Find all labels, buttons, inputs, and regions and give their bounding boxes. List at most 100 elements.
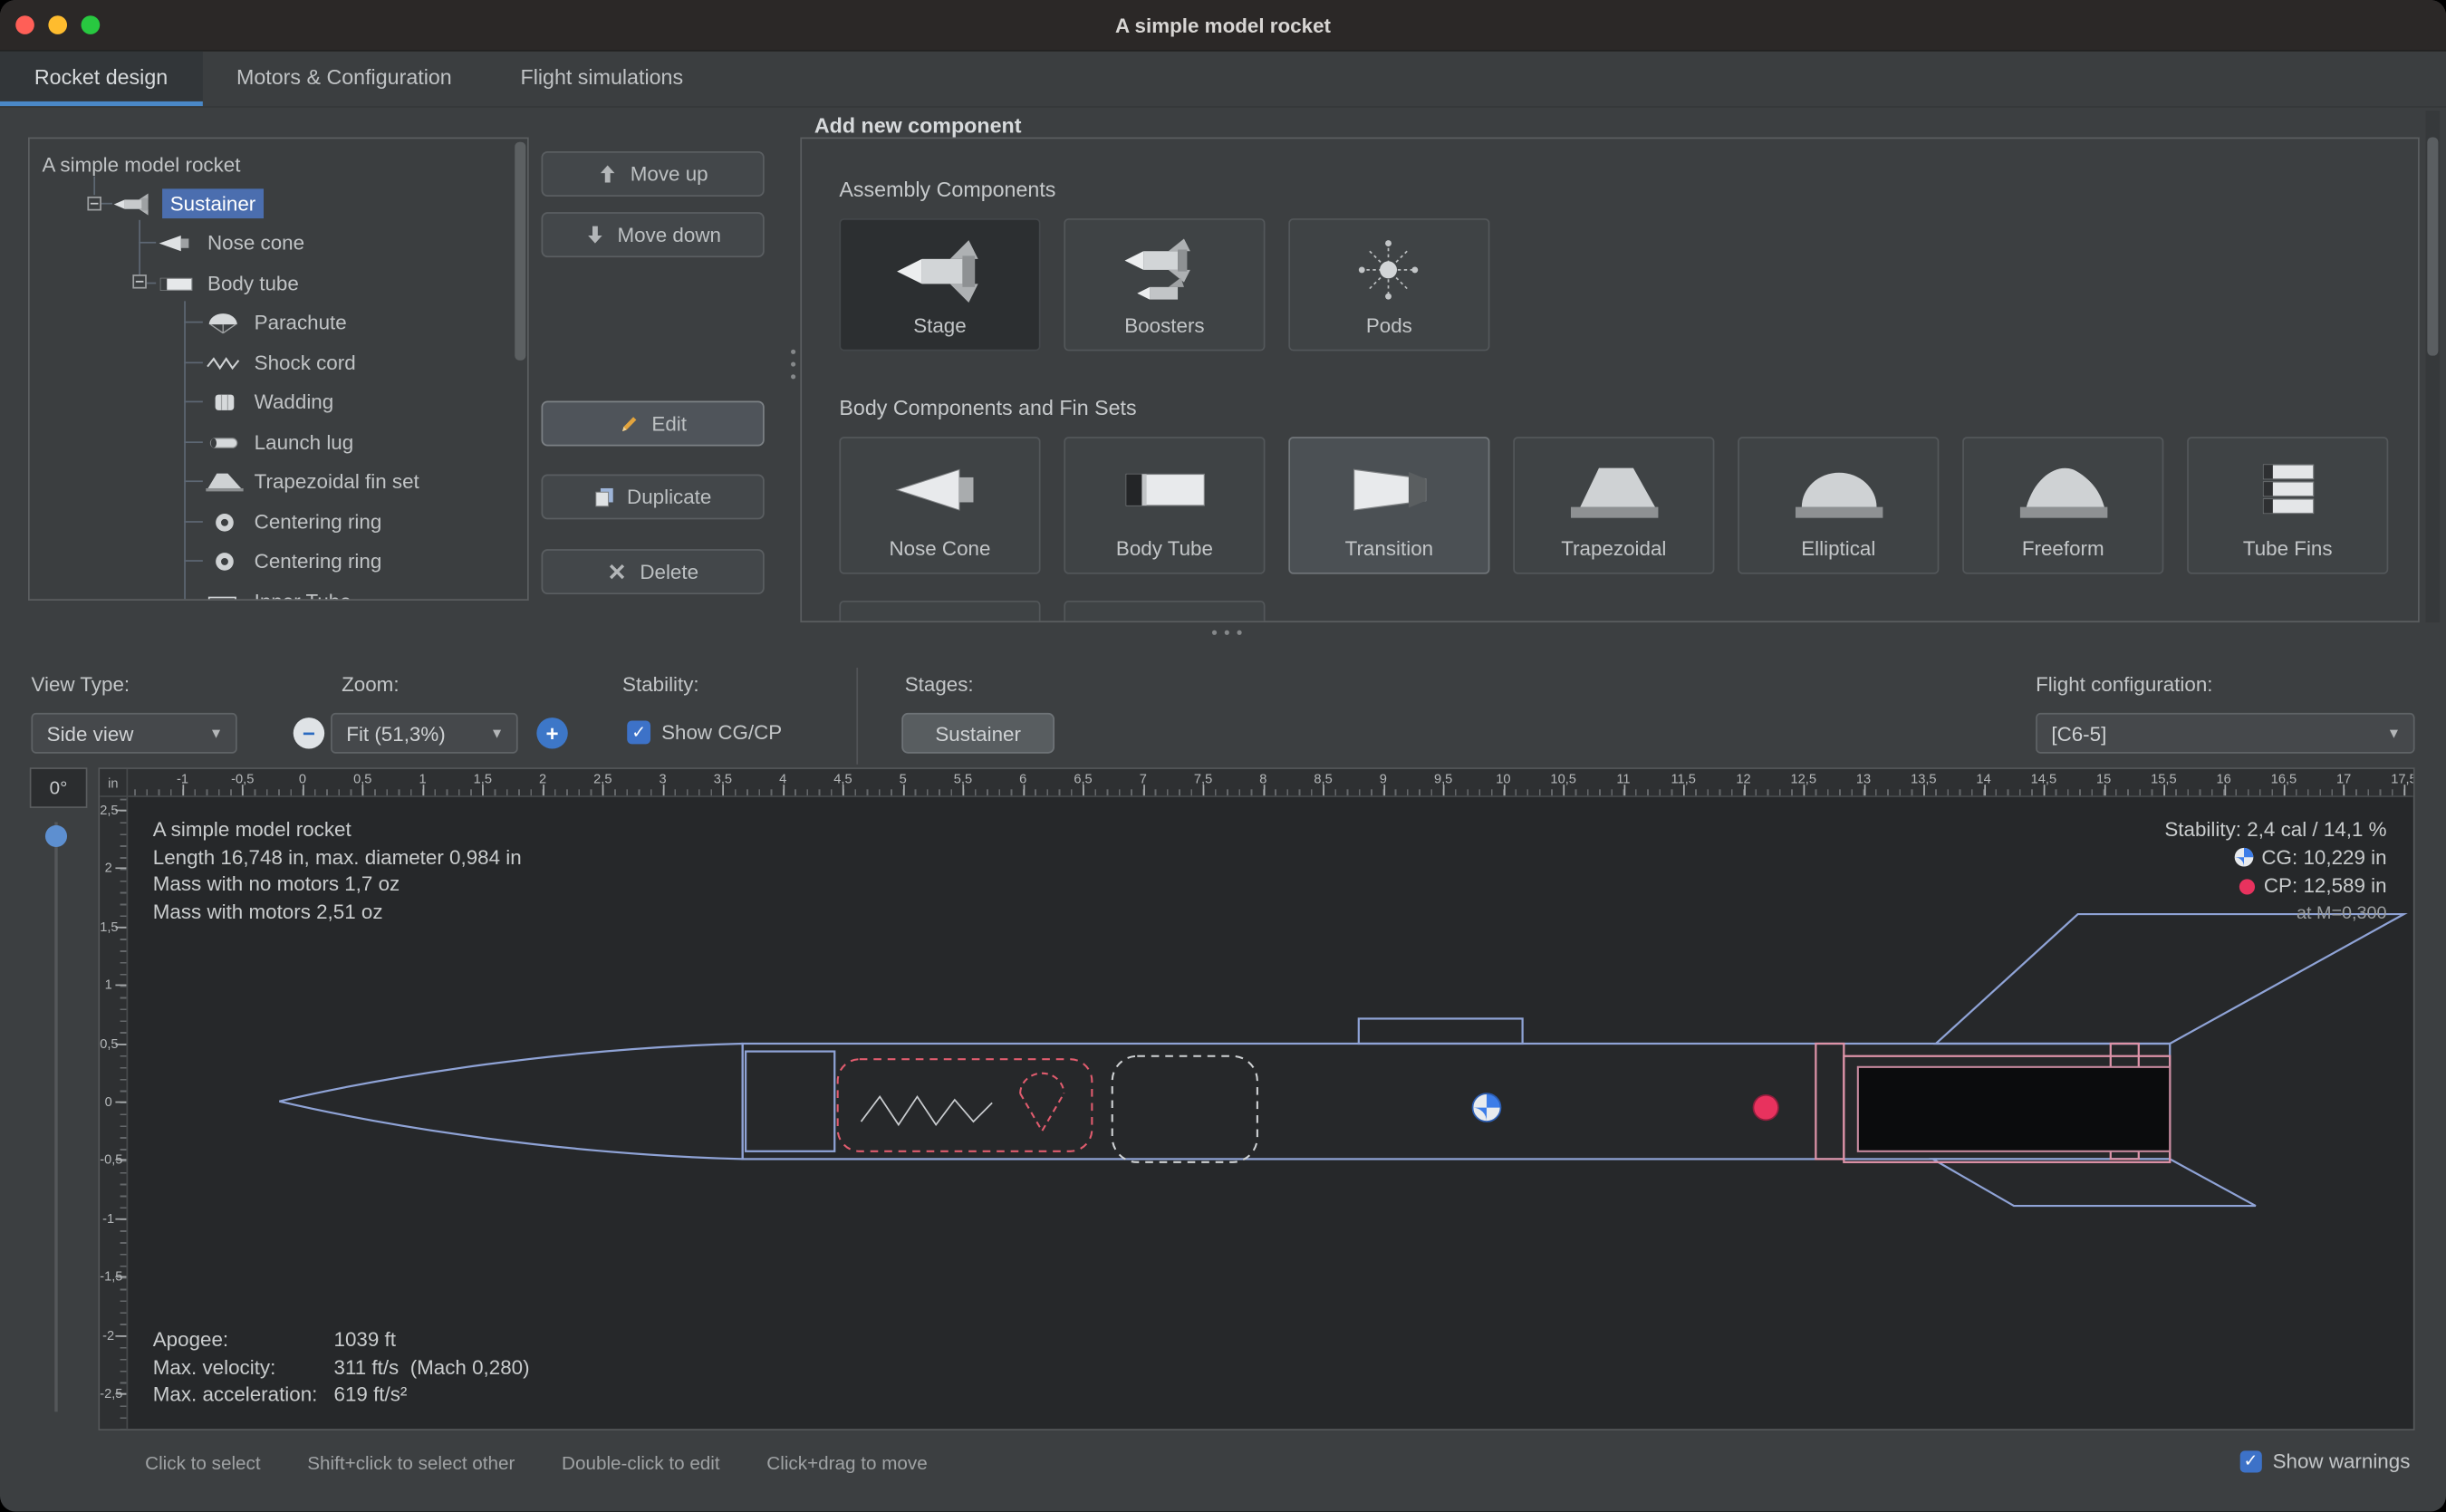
tab-motors-configuration[interactable]: Motors & Configuration xyxy=(202,52,486,106)
cg-icon xyxy=(2233,847,2253,867)
view-type-value: Side view xyxy=(47,721,134,745)
arrow-down-icon xyxy=(584,225,604,245)
component-button-elliptical[interactable]: Elliptical xyxy=(1738,437,1939,574)
view-type-label: View Type: xyxy=(31,672,130,696)
duplicate-button[interactable]: Duplicate xyxy=(542,474,765,519)
tree-item-label: Nose cone xyxy=(207,231,304,255)
stability-readout: Stability: 2,4 cal / 14,1 % CG: 10,229 i… xyxy=(2164,816,2386,929)
tree-item-sustainer[interactable]: Sustainer xyxy=(30,184,512,223)
component-button-label: Nose Cone xyxy=(841,536,1039,560)
move-up-label: Move up xyxy=(631,162,708,186)
rotation-slider-thumb[interactable] xyxy=(45,825,67,847)
delete-x-icon xyxy=(607,562,627,582)
show-cgcp-row[interactable]: Show CG/CP xyxy=(627,721,782,745)
add-component-title: Add new component xyxy=(814,114,1022,138)
status-hints: Click to selectShift+click to select oth… xyxy=(145,1452,974,1474)
component-button-label: Elliptical xyxy=(1739,536,1938,560)
view-type-select[interactable]: Side view ▼ xyxy=(31,713,236,754)
component-button-label: Stage xyxy=(841,313,1039,337)
delete-label: Delete xyxy=(640,560,698,583)
component-button-boosters[interactable]: Boosters xyxy=(1064,218,1265,351)
tree-item-label: Launch lug xyxy=(255,430,354,454)
component-button-tube-fins[interactable]: Tube Fins xyxy=(2187,437,2388,574)
tree-item-parachute[interactable]: Parachute xyxy=(30,303,512,342)
move-up-button[interactable]: Move up xyxy=(542,151,765,197)
flight-stats: Apogee:1039 ft Max. velocity:311 ft/s (M… xyxy=(153,1326,530,1408)
toolbar-separator xyxy=(856,668,858,765)
rotation-slider-track[interactable] xyxy=(54,822,57,1411)
boosters-icon xyxy=(1114,237,1214,306)
component-button-trapezoidal[interactable]: Trapezoidal xyxy=(1513,437,1714,574)
edit-button[interactable]: Edit xyxy=(542,401,765,447)
tab-rocket-design[interactable]: Rocket design xyxy=(0,52,202,106)
inner-tube-icon xyxy=(205,591,246,601)
splitter-grip-horizontal[interactable] xyxy=(1212,631,1242,635)
delete-button[interactable]: Delete xyxy=(542,549,765,594)
tree-item-wadding[interactable]: Wadding xyxy=(30,382,512,421)
component-button-stage[interactable]: Stage xyxy=(839,218,1040,351)
tree-item-trapezoidal-fin-set[interactable]: Trapezoidal fin set xyxy=(30,462,512,501)
show-warnings-label: Show warnings xyxy=(2273,1449,2411,1473)
panel-scrollbar-thumb[interactable] xyxy=(2427,138,2438,356)
flight-configuration-select[interactable]: [C6-5] ▼ xyxy=(2036,713,2414,754)
show-warnings-checkbox[interactable] xyxy=(2239,1450,2261,1472)
tab-flight-simulations[interactable]: Flight simulations xyxy=(486,52,717,106)
tree-item-inner-tube[interactable]: Inner Tube xyxy=(30,582,512,601)
tree-item-label: Wadding xyxy=(255,390,334,413)
tree-item-body-tube[interactable]: Body tube xyxy=(30,264,512,303)
ruler-unit: in xyxy=(100,769,128,797)
duplicate-icon xyxy=(594,486,614,506)
body-tube-icon xyxy=(158,272,198,294)
v-ruler: 2,521,510,50-0,5-1-1,5-2-2,5 xyxy=(100,797,128,1429)
component-button-pods[interactable]: Pods xyxy=(1288,218,1489,351)
zoom-in-button[interactable]: + xyxy=(536,717,567,748)
stages-label: Stages: xyxy=(905,672,974,696)
tree-item-label: Centering ring xyxy=(255,510,382,534)
zoom-out-button[interactable]: − xyxy=(294,717,324,748)
fin-set-icon xyxy=(205,470,246,492)
nose-cone-icon xyxy=(158,232,198,254)
splitter-grip-vertical[interactable] xyxy=(791,350,797,390)
rocket-stage-icon xyxy=(112,193,153,215)
flight-configuration-label: Flight configuration: xyxy=(2036,672,2212,696)
tree-item-shock-cord[interactable]: Shock cord xyxy=(30,343,512,382)
tree-scrollbar[interactable] xyxy=(515,142,525,361)
tree-item-rocket-root[interactable]: A simple model rocket xyxy=(30,145,512,184)
component-button-label: Pods xyxy=(1290,313,1488,337)
chevron-down-icon: ▼ xyxy=(2387,726,2401,741)
elliptical-fin-icon xyxy=(1788,456,1888,525)
move-down-button[interactable]: Move down xyxy=(542,212,765,257)
show-cgcp-label: Show CG/CP xyxy=(661,721,782,745)
h-ruler: -1-0,500,511,522,533,544,555,566,577,588… xyxy=(128,769,2413,797)
tree-item-centering-ring[interactable]: Centering ring xyxy=(30,502,512,541)
app-window: A simple model rocket Rocket design Moto… xyxy=(0,0,2446,1512)
pods-icon xyxy=(1339,237,1439,306)
centering-ring-icon xyxy=(205,550,246,572)
zoom-select[interactable]: Fit (51,3%) ▼ xyxy=(331,713,518,754)
stage-icon xyxy=(890,237,989,306)
edit-label: Edit xyxy=(651,412,687,436)
component-button-partial[interactable] xyxy=(1064,601,1265,622)
rocket-info: A simple model rocket Length 16,748 in, … xyxy=(153,816,522,926)
rocket-canvas[interactable]: -1-0,500,511,522,533,544,555,566,577,588… xyxy=(98,767,2414,1430)
transition-icon xyxy=(1339,456,1439,525)
chevron-down-icon: ▼ xyxy=(209,726,223,741)
tree-item-label: Centering ring xyxy=(255,549,382,573)
zoom-label: Zoom: xyxy=(342,672,399,696)
tree-item-launch-lug[interactable]: Launch lug xyxy=(30,423,512,462)
stage-toggle-sustainer[interactable]: Sustainer xyxy=(901,713,1054,754)
show-cgcp-checkbox[interactable] xyxy=(627,721,650,745)
component-button-freeform[interactable]: Freeform xyxy=(1962,437,2163,574)
flight-configuration-value: [C6-5] xyxy=(2051,721,2106,745)
show-warnings-row[interactable]: Show warnings xyxy=(2239,1449,2410,1473)
nose-cone-icon xyxy=(890,456,989,525)
component-button-body-tube[interactable]: Body Tube xyxy=(1064,437,1265,574)
component-button-nose-cone[interactable]: Nose Cone xyxy=(839,437,1040,574)
tree-item-centering-ring[interactable]: Centering ring xyxy=(30,542,512,581)
component-button-transition[interactable]: Transition xyxy=(1288,437,1489,574)
tree-item-nose-cone[interactable]: Nose cone xyxy=(30,223,512,262)
trapezoidal-fin-icon xyxy=(1564,456,1663,525)
tube-fins-icon xyxy=(2238,456,2337,525)
centering-ring-icon xyxy=(205,511,246,533)
component-button-partial[interactable] xyxy=(839,601,1040,622)
